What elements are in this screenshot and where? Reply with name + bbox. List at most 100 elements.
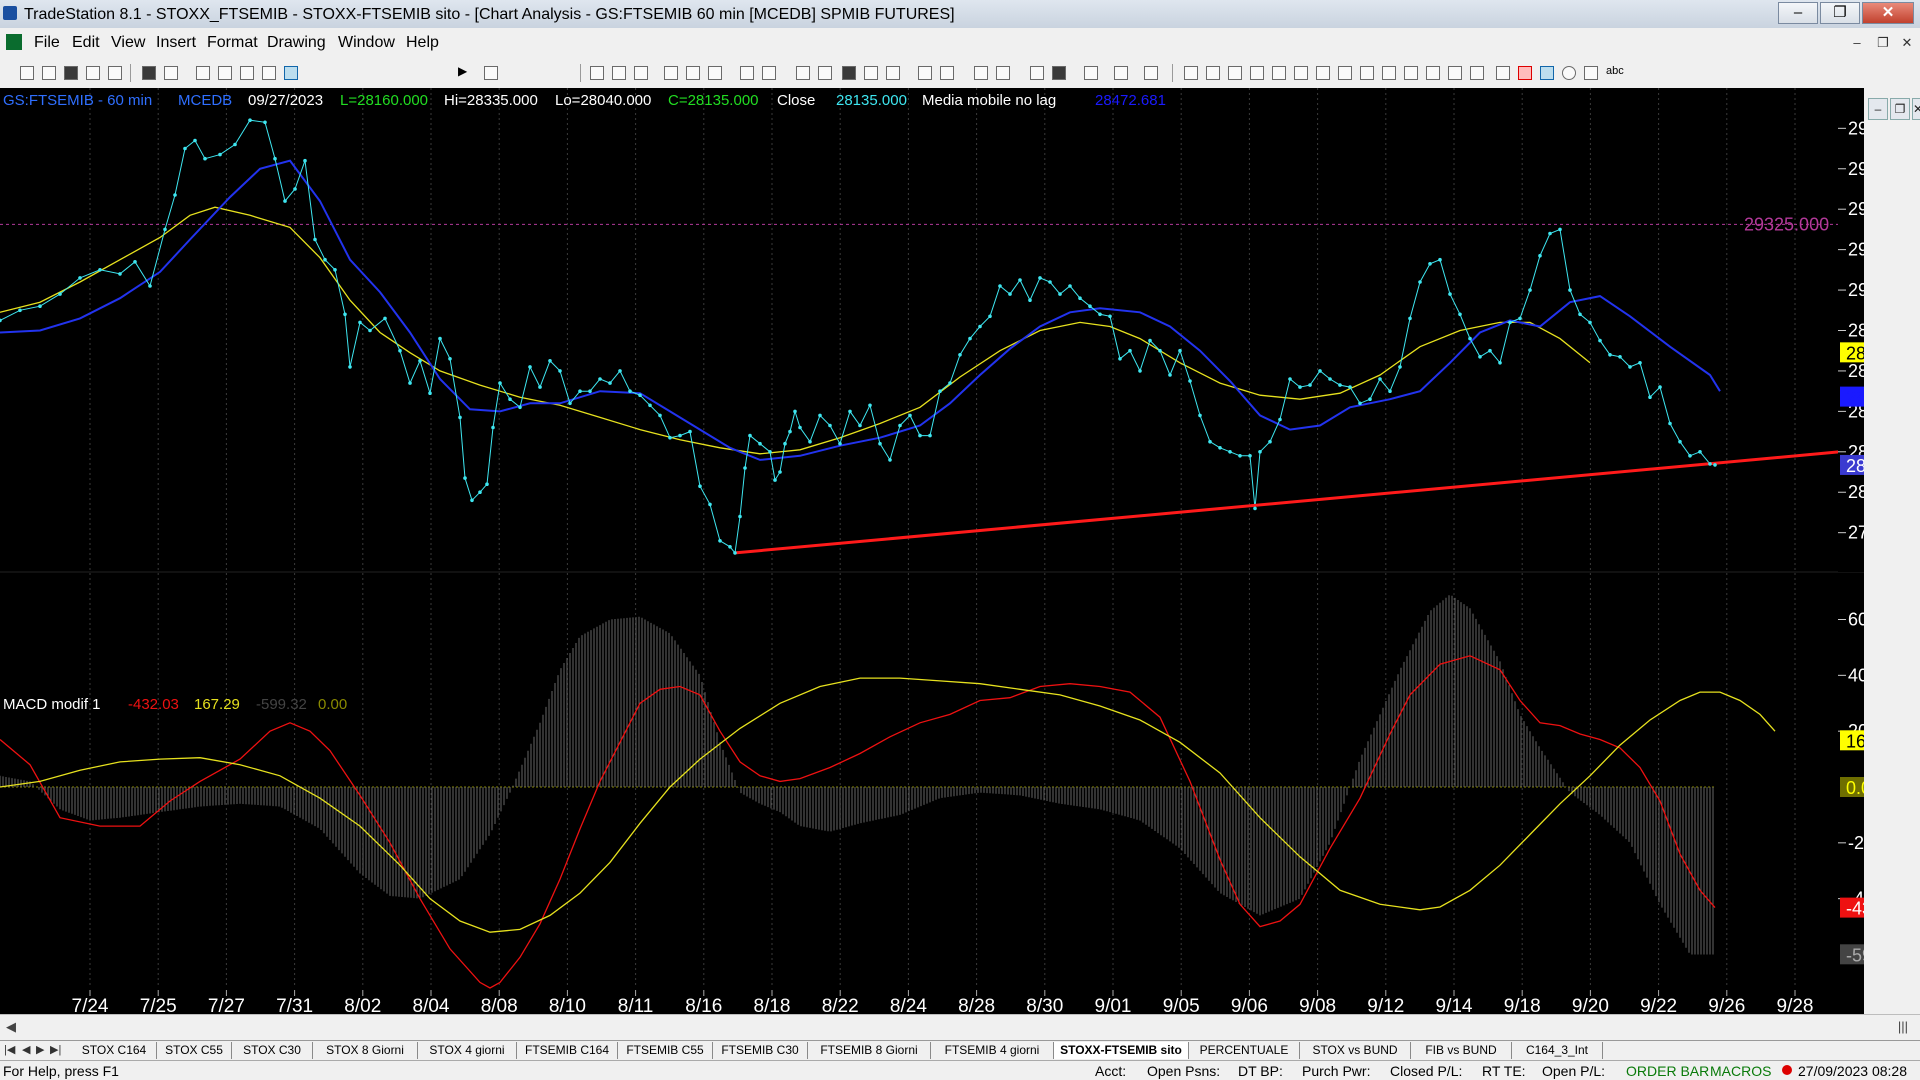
globe-icon[interactable]: [284, 66, 298, 80]
new-window-icon[interactable]: [86, 66, 100, 80]
tab-prev-icon[interactable]: ◀: [22, 1043, 30, 1056]
template-icon[interactable]: [1144, 66, 1158, 80]
new-icon[interactable]: [20, 66, 34, 80]
pointer-icon[interactable]: [1030, 66, 1044, 80]
bar-up-icon[interactable]: [864, 66, 878, 80]
tab-stox-c55[interactable]: STOX C55: [157, 1042, 232, 1059]
tab-c164-3-int[interactable]: C164_3_Int: [1512, 1042, 1603, 1059]
find-icon[interactable]: [484, 66, 498, 80]
tab-stox-4-giorni[interactable]: STOX 4 giorni: [418, 1042, 517, 1059]
cycle-lines-icon[interactable]: [1338, 66, 1352, 80]
alert-icon[interactable]: [1114, 66, 1128, 80]
indicator-icon[interactable]: [664, 66, 678, 80]
arrow-down-icon[interactable]: [1518, 66, 1532, 80]
chart-type-icon[interactable]: [590, 66, 604, 80]
gann-icon[interactable]: [1426, 66, 1440, 80]
chart-area[interactable]: GS:FTSEMIB - 60 min MCEDB 09/27/2023 L=2…: [0, 88, 1920, 1017]
menu-insert[interactable]: Insert: [156, 34, 196, 52]
macros-button[interactable]: MACROS: [1710, 1063, 1771, 1079]
chart-canvas[interactable]: GS:FTSEMIB - 60 min MCEDB 09/27/2023 L=2…: [0, 88, 1916, 1017]
speed-line-icon[interactable]: [1272, 66, 1286, 80]
horizontal-line-icon[interactable]: [1228, 66, 1242, 80]
menu-window[interactable]: Window: [338, 34, 395, 52]
arrow-up-icon[interactable]: [1540, 66, 1554, 80]
lock-icon[interactable]: [240, 66, 254, 80]
trendline-icon[interactable]: [1184, 66, 1198, 80]
menu-help[interactable]: Help: [406, 34, 439, 52]
matrix-icon[interactable]: [842, 66, 856, 80]
menu-drawing[interactable]: Drawing: [267, 34, 326, 52]
angle-icon[interactable]: [1316, 66, 1330, 80]
parallel-icon[interactable]: [1404, 66, 1418, 80]
price-axis[interactable]: 2980029600294002920029000288002860028400…: [1744, 88, 1916, 572]
zoom-out-icon[interactable]: [996, 66, 1010, 80]
page-icon[interactable]: [108, 66, 122, 80]
tools-icon[interactable]: [262, 66, 276, 80]
horizontal-scrollbar[interactable]: ◀ |||: [0, 1014, 1920, 1040]
mdi-close-icon[interactable]: ✕: [1898, 34, 1916, 52]
data-tip-icon[interactable]: [1052, 66, 1066, 80]
ma-blue-line[interactable]: [0, 159, 1721, 461]
mdi-restore-icon[interactable]: ❐: [1874, 34, 1892, 52]
save-icon[interactable]: [64, 66, 78, 80]
menu-file[interactable]: File: [34, 34, 60, 52]
menu-view[interactable]: View: [111, 34, 145, 52]
close-button[interactable]: ✕: [1862, 2, 1914, 24]
data-window-icon[interactable]: [634, 66, 648, 80]
format-icon[interactable]: [740, 66, 754, 80]
tab-stox-c164[interactable]: STOX C164: [72, 1042, 157, 1059]
menu-edit[interactable]: Edit: [72, 34, 100, 52]
radar-icon[interactable]: [818, 66, 832, 80]
text-tool-icon[interactable]: abc: [1606, 65, 1628, 79]
scroll-right-icon[interactable]: [940, 66, 954, 80]
ellipse-icon[interactable]: [1562, 66, 1576, 80]
print-icon[interactable]: [164, 66, 178, 80]
tab-ftsemib-c164[interactable]: FTSEMIB C164: [517, 1042, 618, 1059]
pen-icon[interactable]: [1470, 66, 1484, 80]
tab-percentuale[interactable]: PERCENTUALE: [1189, 1042, 1300, 1059]
tab-last-icon[interactable]: ▶|: [50, 1043, 61, 1056]
strategy-icon[interactable]: [686, 66, 700, 80]
arrows-icon[interactable]: [1382, 66, 1396, 80]
channel-icon[interactable]: [1250, 66, 1264, 80]
mdi-minimize-icon[interactable]: –: [1848, 34, 1866, 52]
fib-icon[interactable]: [1294, 66, 1308, 80]
maximize-button[interactable]: ❐: [1820, 2, 1860, 24]
pane-restore-icon[interactable]: ❐: [1890, 98, 1910, 120]
zoom-in-icon[interactable]: [974, 66, 988, 80]
macd-axis[interactable]: 600.00400.00200.00-200.00-400.00167.290.…: [1838, 610, 1916, 966]
tab-ftsemib-4-giorni[interactable]: FTSEMIB 4 giorni: [931, 1042, 1054, 1059]
link-icon[interactable]: [762, 66, 776, 80]
ma-yellow-line[interactable]: [0, 206, 1591, 455]
scroll-thumb-icon[interactable]: |||: [1898, 1019, 1908, 1034]
bar-down-icon[interactable]: [886, 66, 900, 80]
scroll-left-arrow-icon[interactable]: ◀: [6, 1019, 16, 1035]
trendline[interactable]: [734, 450, 1841, 555]
tab-next-icon[interactable]: ▶: [36, 1043, 44, 1056]
pane-close-icon[interactable]: ✕: [1912, 98, 1920, 120]
workspace-save-icon[interactable]: [218, 66, 232, 80]
order-bar-button[interactable]: ORDER BAR: [1626, 1063, 1709, 1079]
tab-stox-c30[interactable]: STOX C30: [232, 1042, 313, 1059]
bar-style-icon[interactable]: [612, 66, 626, 80]
play-icon[interactable]: ▶: [458, 64, 472, 78]
wrench-icon[interactable]: [1084, 66, 1098, 80]
tab-fib-vs-bund[interactable]: FIB vs BUND: [1411, 1042, 1512, 1059]
tab-stox-8-giorni[interactable]: STOX 8 Giorni: [313, 1042, 418, 1059]
tab-ftsemib-8-giorni[interactable]: FTSEMIB 8 Giorni: [808, 1042, 931, 1059]
workspace-icon[interactable]: [196, 66, 210, 80]
minimize-button[interactable]: –: [1778, 2, 1818, 24]
tab-stox-vs-bund[interactable]: STOX vs BUND: [1300, 1042, 1411, 1059]
triangle-icon[interactable]: [1360, 66, 1374, 80]
pane-minimize-icon[interactable]: –: [1868, 98, 1888, 120]
print-preview-icon[interactable]: [142, 66, 156, 80]
refresh-icon[interactable]: [708, 66, 722, 80]
tab-stoxx-ftsemib-sito[interactable]: STOXX-FTSEMIB sito: [1054, 1042, 1189, 1059]
chart-window-icon[interactable]: [796, 66, 810, 80]
vertical-lines-icon[interactable]: [1206, 66, 1220, 80]
tab-first-icon[interactable]: |◀: [4, 1043, 15, 1056]
tab-ftsemib-c55[interactable]: FTSEMIB C55: [618, 1042, 713, 1059]
arc-icon[interactable]: [1448, 66, 1462, 80]
curve-icon[interactable]: [1496, 66, 1510, 80]
menu-format[interactable]: Format: [207, 34, 258, 52]
